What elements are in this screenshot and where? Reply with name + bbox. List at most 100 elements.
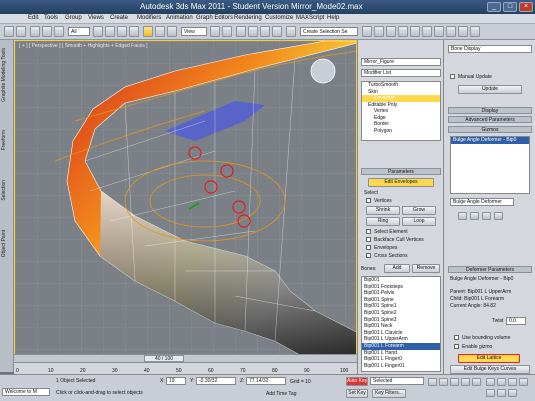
backface-cull-checkbox[interactable] [366, 237, 371, 242]
set-key-button[interactable]: Set Key [346, 389, 368, 398]
time-slider-thumb[interactable]: 40 / 100 [144, 355, 184, 362]
manipulate-icon[interactable] [222, 26, 232, 37]
time-slider[interactable]: 40 / 100 [14, 354, 357, 362]
bone-list-item[interactable]: Bip001 Spine [362, 297, 440, 304]
paste-gizmo-icon[interactable] [494, 212, 503, 220]
curve-editor-icon[interactable] [410, 26, 420, 37]
play-icon[interactable] [450, 378, 459, 386]
graphite-toggle-icon[interactable] [398, 26, 408, 37]
menu-views[interactable]: Views [88, 15, 104, 21]
rendered-frame-icon[interactable] [458, 26, 468, 37]
unlink-icon[interactable] [42, 26, 52, 37]
menu-edit[interactable]: Edit [28, 15, 38, 21]
remove-bone-button[interactable]: Remove [412, 264, 440, 273]
mirror-icon[interactable] [362, 26, 372, 37]
named-selection-set-dropdown[interactable]: Create Selection Se [300, 27, 358, 36]
ribbon-tab-selection[interactable]: Selection [1, 180, 7, 201]
deformer-rollout-header[interactable]: Deformer Parameters [448, 266, 532, 273]
align-icon[interactable] [374, 26, 384, 37]
object-name-field[interactable]: Mirror_Figure [361, 58, 441, 66]
select-move-icon[interactable] [143, 26, 153, 37]
remove-gizmo-icon[interactable] [470, 212, 479, 220]
pan-icon[interactable] [486, 389, 495, 397]
advanced-rollout-header[interactable]: Advanced Parameters [448, 116, 532, 123]
zoom-all-icon[interactable] [497, 378, 506, 386]
z-coord-field[interactable]: 77.14/32 [246, 377, 286, 385]
render-setup-icon[interactable] [446, 26, 456, 37]
pivot-center-icon[interactable] [210, 26, 220, 37]
select-by-name-icon[interactable] [105, 26, 115, 37]
enable-gizmo-checkbox[interactable] [454, 344, 459, 349]
ribbon-tab-freeform[interactable]: Freeform [1, 130, 7, 150]
loop-button[interactable]: Loop [402, 217, 436, 226]
bone-list-item[interactable]: Bip001 Spine3 [362, 317, 440, 324]
maximize-viewport-icon[interactable] [508, 389, 517, 397]
menu-tools[interactable]: Tools [44, 15, 58, 21]
envelopes-checkbox[interactable] [366, 245, 371, 250]
manual-update-checkbox[interactable] [450, 74, 455, 79]
twist-spinner[interactable]: 0.0 [506, 317, 526, 325]
grow-button[interactable]: Grow [402, 206, 436, 215]
key-filters-button[interactable]: Key Filters... [372, 389, 406, 398]
field-of-view-icon[interactable] [519, 378, 528, 386]
menu-help[interactable]: Help [327, 15, 339, 21]
edit-bulge-keys-button[interactable]: Edit Bulge Keys Curves [450, 365, 530, 374]
menu-animation[interactable]: Animation [166, 15, 193, 21]
ring-button[interactable]: Ring [366, 217, 400, 226]
bone-list-item[interactable]: Bip001 Spine2 [362, 310, 440, 317]
snaps-toggle-icon[interactable] [236, 26, 246, 37]
bone-list-item[interactable]: Bip001 L Hand [362, 350, 440, 357]
zoom-extents-icon[interactable] [508, 378, 517, 386]
bone-display-dropdown[interactable]: Bone Display [448, 45, 532, 53]
add-gizmo-icon[interactable] [458, 212, 467, 220]
gizmos-rollout-header[interactable]: Gizmos [448, 126, 532, 133]
use-bounding-volume-checkbox[interactable] [454, 335, 459, 340]
y-coord-field[interactable]: -0.30/32 [196, 377, 236, 385]
schematic-view-icon[interactable] [422, 26, 432, 37]
go-to-end-icon[interactable] [472, 378, 481, 386]
undo-icon[interactable] [4, 26, 14, 37]
edit-named-selection-icon[interactable] [286, 26, 296, 37]
gizmo-list-item[interactable]: Bulge Angle Deformer - Bip0 [451, 137, 529, 144]
maximize-button[interactable]: □ [503, 2, 517, 12]
select-rotate-icon[interactable] [155, 26, 165, 37]
minimize-button[interactable]: _ [487, 2, 501, 12]
menu-maxscript[interactable]: MAXScript [296, 15, 324, 21]
modifier-list-dropdown[interactable]: Modifier List [361, 69, 441, 77]
edit-envelopes-button[interactable]: Edit Envelopes [368, 178, 434, 187]
auto-key-button[interactable]: Auto Key [346, 377, 368, 386]
select-element-checkbox[interactable] [366, 229, 371, 234]
ribbon-tab-graphite[interactable]: Graphite Modeling Tools [1, 48, 7, 102]
menu-customize[interactable]: Customize [265, 15, 293, 21]
redo-icon[interactable] [16, 26, 26, 37]
orbit-icon[interactable] [497, 389, 506, 397]
window-crossing-icon[interactable] [129, 26, 139, 37]
display-rollout-header[interactable]: Display [448, 107, 532, 114]
bind-space-warp-icon[interactable] [54, 26, 64, 37]
bone-list-item[interactable]: Bip001 Neck [362, 323, 440, 330]
render-production-icon[interactable] [470, 26, 480, 37]
vertices-checkbox[interactable] [366, 198, 371, 203]
menu-rendering[interactable]: Rendering [234, 15, 262, 21]
maxscript-listener[interactable]: Welcome to M [2, 388, 50, 396]
close-button[interactable]: × [519, 2, 533, 12]
shrink-button[interactable]: Shrink [366, 206, 400, 215]
menu-group[interactable]: Group [65, 15, 82, 21]
select-object-icon[interactable] [93, 26, 103, 37]
edit-lattice-button[interactable]: Edit Lattice [458, 354, 520, 363]
add-time-tag[interactable]: Add Time Tag [266, 391, 296, 397]
perspective-viewport[interactable]: [ + ] [ Perspective ] [ Smooth + Highlig… [14, 40, 357, 362]
go-to-start-icon[interactable] [428, 378, 437, 386]
spinner-snap-icon[interactable] [272, 26, 282, 37]
bone-list-item[interactable]: Bip001 Spine1 [362, 303, 440, 310]
key-mode-dropdown[interactable]: Selected [370, 377, 424, 385]
bone-list-item[interactable]: Bip001 Pelvis [362, 290, 440, 297]
angle-snap-icon[interactable] [248, 26, 258, 37]
bone-list-item[interactable]: Bip001 Footsteps [362, 284, 440, 291]
percent-snap-icon[interactable] [260, 26, 270, 37]
add-bone-button[interactable]: Add [384, 264, 410, 273]
menu-graph-editors[interactable]: Graph Editors [196, 15, 233, 21]
rectangular-selection-icon[interactable] [117, 26, 127, 37]
menu-create[interactable]: Create [110, 15, 128, 21]
bone-list-item[interactable]: Bip001 L UpperArm [362, 336, 440, 343]
